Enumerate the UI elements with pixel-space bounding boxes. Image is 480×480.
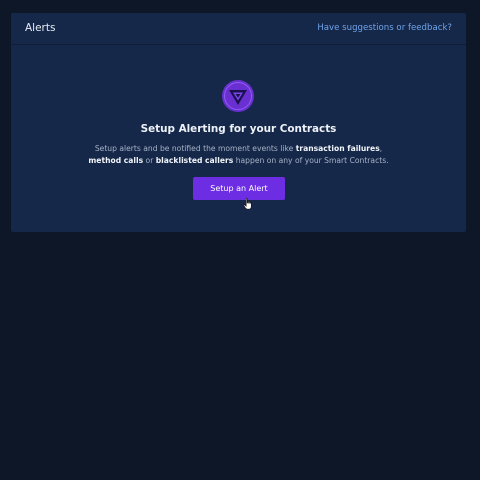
description-text: Setup alerts and be notified the moment … — [94, 144, 296, 153]
description-text: , — [379, 144, 383, 153]
description-bold-blacklisted-callers: blacklisted callers — [155, 156, 234, 165]
page-title: Alerts — [25, 22, 56, 34]
description-bold-transaction-failures: transaction failures — [295, 144, 380, 153]
hand-cursor-icon — [243, 198, 252, 210]
alerting-logo-icon — [222, 80, 254, 112]
alerts-panel: Alerts Have suggestions or feedback? Set… — [11, 13, 466, 232]
empty-state-title: Setup Alerting for your Contracts — [140, 123, 337, 135]
panel-header: Alerts Have suggestions or feedback? — [11, 13, 466, 45]
setup-alert-button[interactable]: Setup an Alert — [193, 177, 285, 200]
description-text: happen on any of your Smart Contracts. — [233, 156, 389, 165]
empty-state-description: Setup alerts and be notified the moment … — [71, 143, 406, 167]
description-bold-method-calls: method calls — [88, 156, 144, 165]
feedback-link[interactable]: Have suggestions or feedback? — [317, 23, 452, 34]
description-text: or — [143, 156, 156, 165]
